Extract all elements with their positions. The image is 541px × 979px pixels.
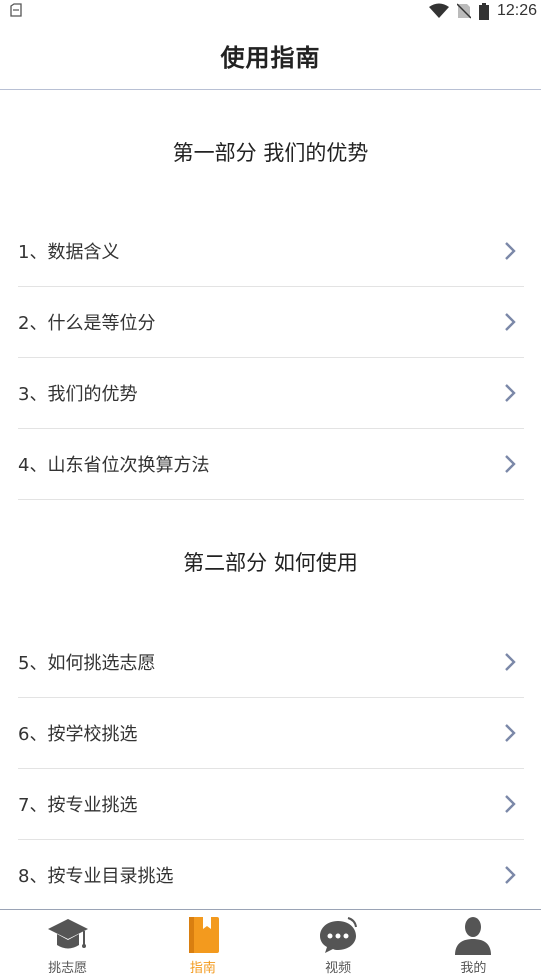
battery-icon (478, 2, 489, 20)
status-bar: 12:26 (0, 0, 541, 22)
list-item-by-school[interactable]: 6、按学校挑选 (18, 698, 524, 769)
no-sim-icon (456, 3, 471, 19)
list-item-choose-volunteer[interactable]: 5、如何挑选志愿 (18, 627, 524, 698)
section-title-advantages: 第一部分 我们的优势 (172, 141, 369, 165)
chat-bubble-icon (320, 917, 358, 953)
chevron-right-icon (505, 653, 516, 671)
chevron-right-icon (505, 384, 516, 402)
tab-label: 指南 (189, 961, 216, 976)
chevron-right-icon (505, 455, 516, 473)
chevron-right-icon (505, 866, 516, 884)
person-icon (455, 917, 492, 955)
list-item-our-advantages[interactable]: 3、我们的优势 (18, 358, 524, 429)
list-item-label: 6、按学校挑选 (18, 724, 138, 745)
bottom-tab-bar: 挑志愿 指南 视频 我的 (0, 909, 541, 979)
tab-label: 我的 (460, 961, 487, 976)
clipboard-icon (10, 3, 22, 17)
list-advantages: 1、数据含义 2、什么是等位分 3、我们的优势 4、山东省位次换算方法 (18, 216, 524, 500)
list-item-label: 2、什么是等位分 (18, 313, 156, 334)
list-item-by-major[interactable]: 7、按专业挑选 (18, 769, 524, 840)
list-item-label: 7、按专业挑选 (18, 795, 138, 816)
section-title-how-to-use: 第二部分 如何使用 (183, 551, 358, 575)
tab-profile[interactable]: 我的 (406, 910, 541, 979)
tab-video[interactable]: 视频 (271, 910, 406, 979)
list-item-data-meaning[interactable]: 1、数据含义 (18, 216, 524, 287)
page-title: 使用指南 (220, 44, 321, 72)
graduation-cap-icon (47, 919, 88, 949)
list-item-label: 4、山东省位次换算方法 (18, 455, 210, 476)
chevron-right-icon (505, 313, 516, 331)
book-icon (188, 917, 219, 953)
tab-label: 挑志愿 (48, 961, 88, 976)
list-item-by-major-catalog[interactable]: 8、按专业目录挑选 (18, 840, 524, 910)
list-item-label: 3、我们的优势 (18, 384, 138, 405)
list-item-equal-score[interactable]: 2、什么是等位分 (18, 287, 524, 358)
list-item-rank-conversion[interactable]: 4、山东省位次换算方法 (18, 429, 524, 500)
list-item-label: 8、按专业目录挑选 (18, 866, 174, 887)
list-item-label: 1、数据含义 (18, 242, 120, 263)
chevron-right-icon (505, 795, 516, 813)
list-item-label: 5、如何挑选志愿 (18, 653, 156, 674)
tab-label: 视频 (325, 961, 352, 976)
page-header: 使用指南 (0, 22, 541, 90)
wifi-icon (428, 3, 449, 18)
list-how-to-use: 5、如何挑选志愿 6、按学校挑选 7、按专业挑选 8、按专业目录挑选 (18, 627, 524, 910)
chevron-right-icon (505, 242, 516, 260)
tab-guide[interactable]: 指南 (135, 910, 270, 979)
chevron-right-icon (505, 724, 516, 742)
clock: 12:26 (496, 2, 537, 19)
tab-choose-volunteer[interactable]: 挑志愿 (0, 910, 135, 979)
